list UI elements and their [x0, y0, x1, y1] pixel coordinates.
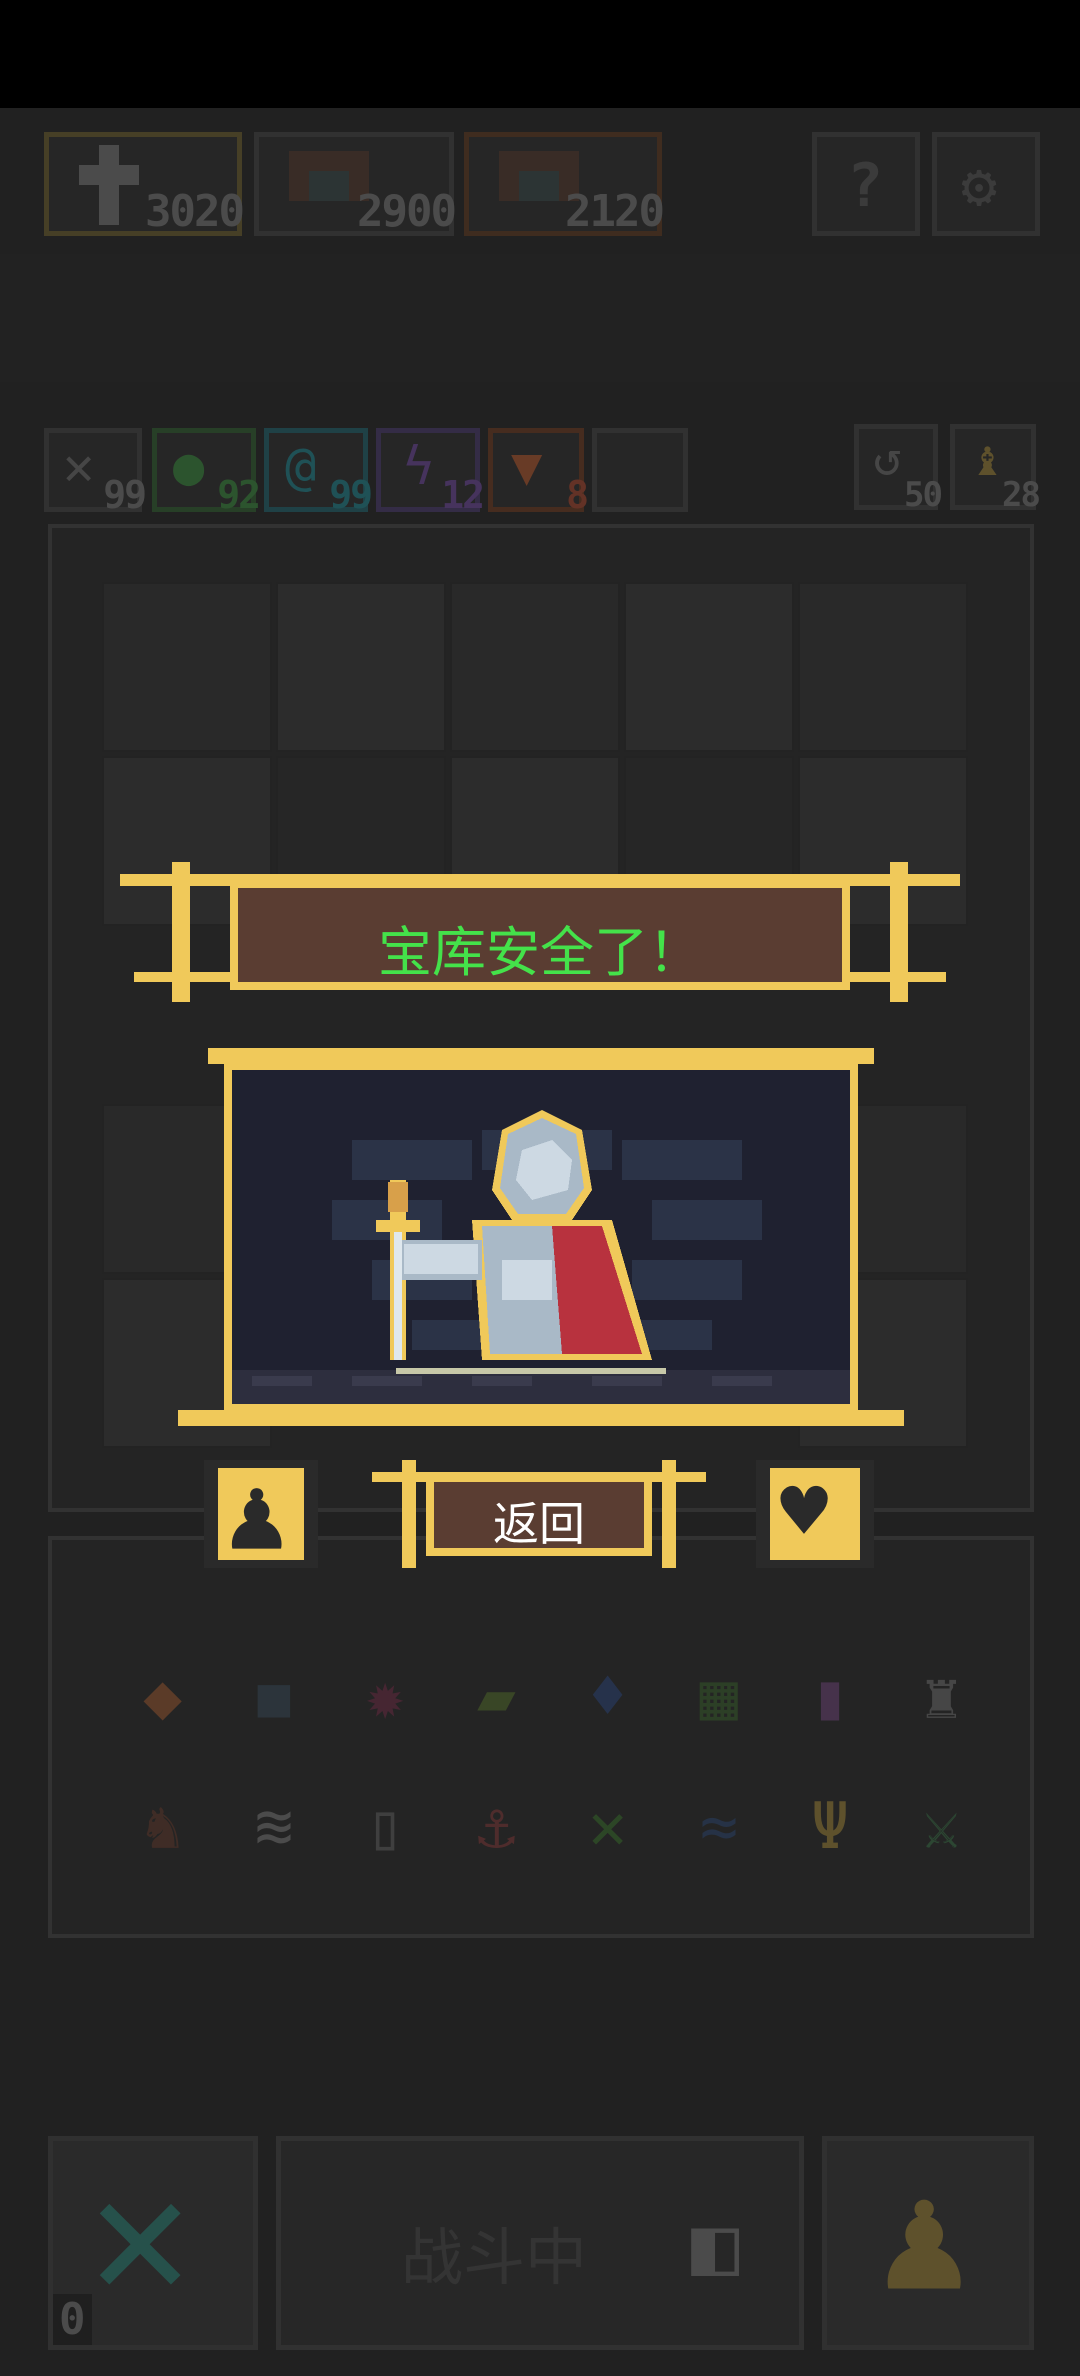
dialog-title-box: 宝库安全了！: [230, 880, 850, 990]
heart-icon: ♥: [780, 1465, 829, 1558]
knight-scene: [232, 1110, 850, 1404]
dialog-title: 宝库安全了！: [378, 921, 702, 984]
dialog-scene-frame: [178, 1048, 904, 1430]
return-label-box: 返回: [426, 1474, 652, 1556]
pawn-tab-button[interactable]: ♟: [204, 1455, 318, 1574]
return-label: 返回: [493, 1497, 585, 1551]
dialog-button-row: ♟ 返回 ♥: [204, 1455, 874, 1574]
return-button[interactable]: 返回: [372, 1460, 706, 1568]
dialog-title-banner: 宝库安全了！: [120, 862, 960, 1002]
scene-viewport: [224, 1062, 858, 1412]
banner-post-left: [172, 862, 190, 1002]
scene-frame-bottom: [178, 1410, 904, 1426]
heart-tab-button[interactable]: ♥: [756, 1460, 874, 1568]
scene-background: [232, 1070, 850, 1404]
banner-post-right: [890, 862, 908, 1002]
pawn-icon: ♟: [226, 1455, 288, 1574]
